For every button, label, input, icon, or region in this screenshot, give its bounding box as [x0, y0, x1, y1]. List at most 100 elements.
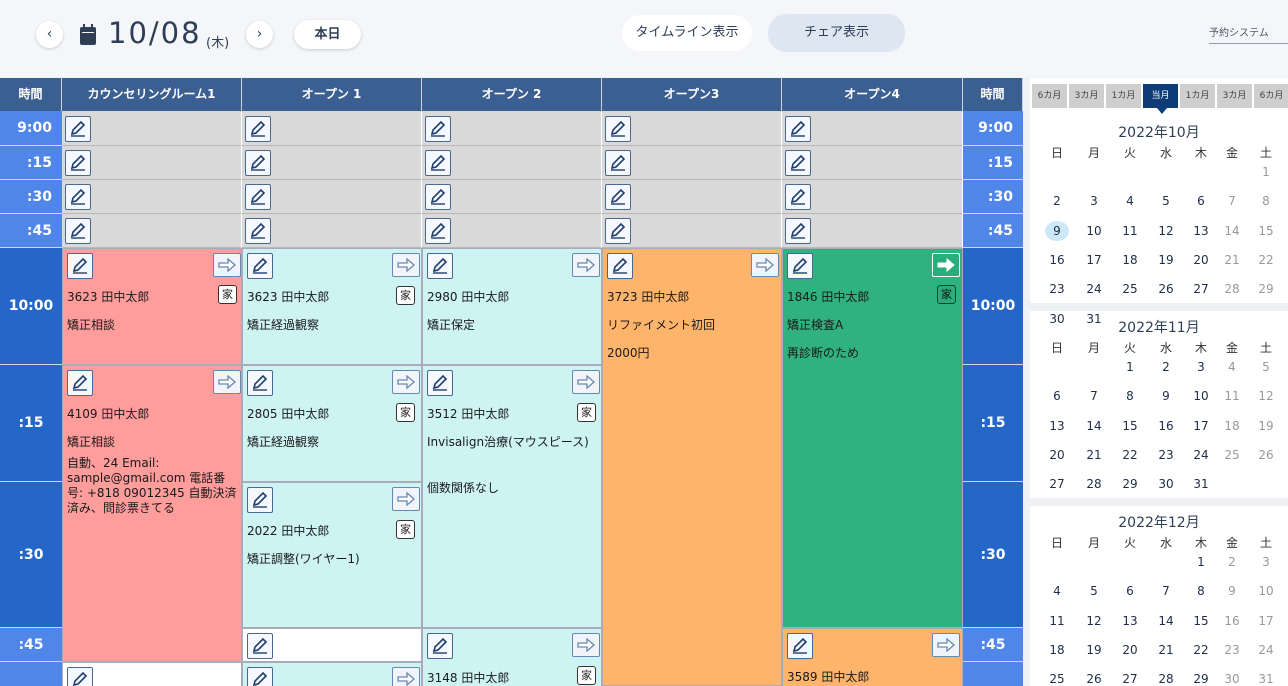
edit-icon[interactable]	[247, 487, 273, 513]
edit-icon[interactable]	[787, 633, 813, 659]
calendar-day[interactable]: 8	[1186, 581, 1216, 601]
calendar-day[interactable]: 20	[1186, 250, 1216, 270]
calendar-day[interactable]: 25	[1217, 445, 1247, 465]
calendar-day[interactable]: 2	[1151, 357, 1181, 377]
range-tab-1[interactable]: 3カ月	[1069, 84, 1105, 108]
calendar-day[interactable]: 9	[1217, 581, 1247, 601]
calendar-day[interactable]: 27	[1042, 474, 1072, 494]
calendar-day[interactable]: 26	[1251, 445, 1281, 465]
empty-slot[interactable]	[422, 111, 602, 146]
calendar-day[interactable]: 10	[1251, 581, 1281, 601]
calendar-day[interactable]: 4	[1217, 357, 1247, 377]
calendar-day[interactable]: 12	[1251, 386, 1281, 406]
calendar-day[interactable]: 28	[1151, 669, 1181, 686]
move-arrow-icon[interactable]	[392, 487, 420, 511]
calendar-day[interactable]: 15	[1251, 221, 1281, 241]
reservation-system-link[interactable]: 予約システム	[1209, 24, 1288, 44]
calendar-day[interactable]: 6	[1115, 581, 1145, 601]
edit-icon[interactable]	[607, 253, 633, 279]
empty-slot[interactable]	[62, 111, 242, 146]
move-arrow-icon[interactable]	[572, 633, 600, 657]
edit-icon[interactable]	[785, 218, 811, 244]
range-tab-4[interactable]: 1カ月	[1180, 84, 1216, 108]
edit-icon[interactable]	[65, 150, 91, 176]
edit-icon[interactable]	[785, 150, 811, 176]
calendar-day[interactable]: 5	[1151, 191, 1181, 211]
empty-slot[interactable]	[242, 628, 422, 662]
edit-icon[interactable]	[65, 116, 91, 142]
calendar-day[interactable]: 2	[1042, 191, 1072, 211]
calendar-day[interactable]: 16	[1042, 250, 1072, 270]
empty-slot[interactable]	[62, 214, 242, 248]
edit-icon[interactable]	[247, 370, 273, 396]
move-arrow-icon[interactable]	[213, 370, 241, 394]
edit-icon[interactable]	[425, 150, 451, 176]
edit-icon[interactable]	[67, 370, 93, 396]
appointment-d3[interactable]: 3148 田中太郎 家	[422, 628, 602, 686]
edit-icon[interactable]	[605, 116, 631, 142]
calendar-day[interactable]: 7	[1151, 581, 1181, 601]
calendar-day[interactable]: 4	[1042, 581, 1072, 601]
appointment-d5[interactable]: 3589 田中太郎	[782, 628, 963, 686]
edit-icon[interactable]	[605, 184, 631, 210]
appointment-a2[interactable]: 3623 田中太郎 家 矯正経過観察	[242, 248, 422, 365]
range-tab-0[interactable]: 6カ月	[1032, 84, 1068, 108]
calendar-day[interactable]: 12	[1079, 611, 1109, 631]
range-tab-3[interactable]: 当月	[1143, 84, 1179, 114]
calendar-day[interactable]: 30	[1217, 669, 1247, 686]
edit-icon[interactable]	[67, 667, 93, 686]
edit-icon[interactable]	[245, 150, 271, 176]
calendar-day[interactable]: 19	[1151, 250, 1181, 270]
calendar-day[interactable]: 11	[1115, 221, 1145, 241]
calendar-day[interactable]: 3	[1251, 552, 1281, 572]
range-tab-6[interactable]: 6カ月	[1254, 84, 1288, 108]
edit-icon[interactable]	[785, 116, 811, 142]
calendar-day[interactable]: 18	[1042, 640, 1072, 660]
calendar-day[interactable]: 29	[1251, 279, 1281, 299]
today-button[interactable]: 本日	[294, 20, 361, 49]
calendar-day[interactable]: 11	[1042, 611, 1072, 631]
calendar-day[interactable]: 19	[1079, 640, 1109, 660]
calendar-day[interactable]: 8	[1115, 386, 1145, 406]
edit-icon[interactable]	[605, 150, 631, 176]
calendar-day[interactable]: 26	[1079, 669, 1109, 686]
calendar-day[interactable]: 23	[1217, 640, 1247, 660]
appointment-a5[interactable]: 1846 田中太郎 家 矯正検査A 再診断のため	[782, 248, 963, 628]
calendar-day[interactable]: 1	[1251, 162, 1281, 182]
calendar-day[interactable]: 1	[1115, 357, 1145, 377]
empty-slot[interactable]	[62, 662, 242, 686]
empty-slot[interactable]	[602, 214, 782, 248]
calendar-day[interactable]: 31	[1186, 474, 1216, 494]
calendar-day[interactable]: 11	[1217, 386, 1247, 406]
calendar-day[interactable]: 23	[1042, 279, 1072, 299]
calendar-day[interactable]: 24	[1079, 279, 1109, 299]
calendar-day[interactable]: 17	[1079, 250, 1109, 270]
empty-slot[interactable]	[422, 180, 602, 214]
empty-slot[interactable]	[602, 111, 782, 146]
calendar-day[interactable]: 10	[1079, 221, 1109, 241]
calendar-day[interactable]: 22	[1251, 250, 1281, 270]
calendar-day[interactable]: 24	[1251, 640, 1281, 660]
prev-day-button[interactable]: ‹	[36, 21, 63, 48]
edit-icon[interactable]	[65, 184, 91, 210]
edit-icon[interactable]	[427, 633, 453, 659]
calendar-day[interactable]: 27	[1115, 669, 1145, 686]
appointment-b1[interactable]: 4109 田中太郎 矯正相談 自動、24 Email: sample@gmail…	[62, 365, 242, 662]
edit-icon[interactable]	[67, 253, 93, 279]
appointment-a3[interactable]: 2980 田中太郎 矯正保定	[422, 248, 602, 365]
calendar-day[interactable]: 9	[1151, 386, 1181, 406]
calendar-day[interactable]: 3	[1186, 357, 1216, 377]
empty-slot[interactable]	[782, 111, 963, 146]
calendar-day[interactable]: 29	[1186, 669, 1216, 686]
empty-slot[interactable]	[782, 146, 963, 180]
move-arrow-icon[interactable]	[213, 253, 241, 277]
calendar-day[interactable]: 21	[1217, 250, 1247, 270]
edit-icon[interactable]	[247, 667, 273, 686]
calendar-day[interactable]: 31	[1251, 669, 1281, 686]
calendar-day[interactable]: 7	[1079, 386, 1109, 406]
edit-icon[interactable]	[605, 218, 631, 244]
calendar-day[interactable]: 7	[1217, 191, 1247, 211]
empty-slot[interactable]	[602, 146, 782, 180]
calendar-day[interactable]: 5	[1079, 581, 1109, 601]
calendar-day[interactable]: 2	[1217, 552, 1247, 572]
